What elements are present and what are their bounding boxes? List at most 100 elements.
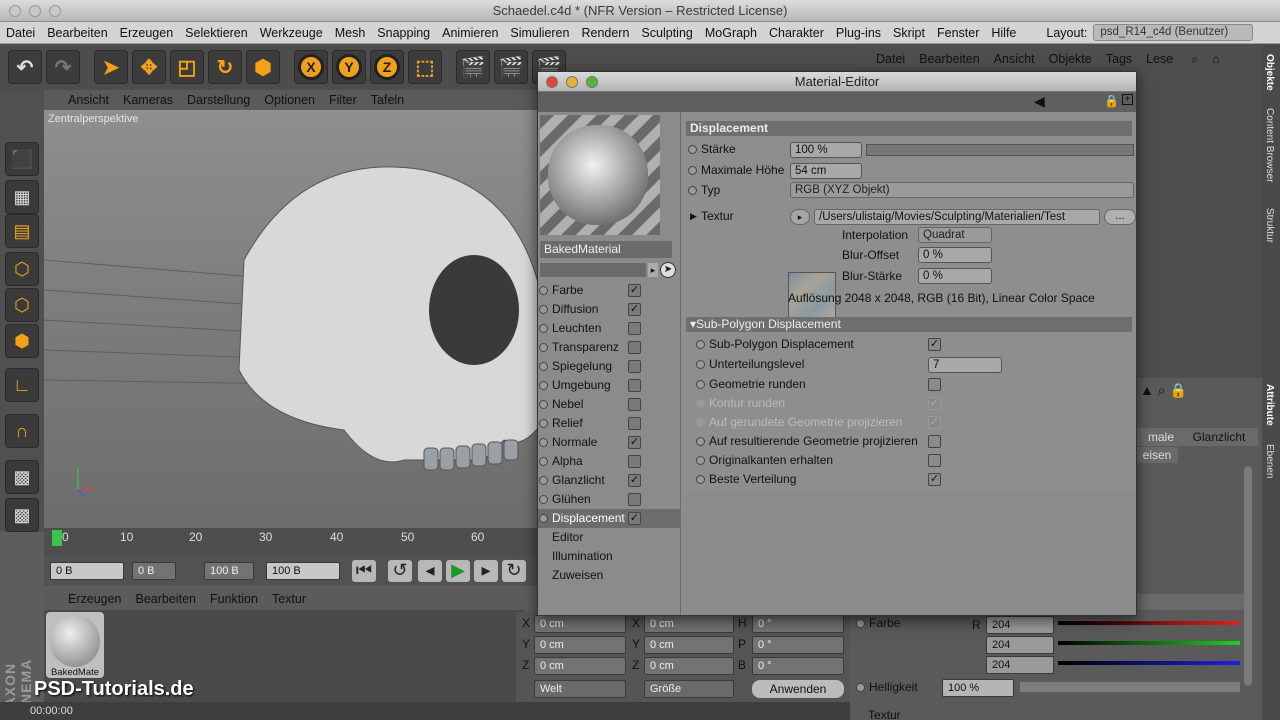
coord-mode-select[interactable]: Welt (534, 680, 626, 698)
mm-menu-erzeugen[interactable]: Erzeugen (68, 592, 122, 606)
color-g-field[interactable]: 204 (986, 636, 1054, 654)
next-frame-button[interactable]: ▸ (474, 560, 498, 582)
auf-resultierende-checkbox[interactable] (928, 435, 941, 448)
size-x-field[interactable]: 0 cm (644, 615, 734, 633)
channel-checkbox-diffusion[interactable]: ✓ (628, 303, 641, 316)
model-mode-button[interactable]: ⬛ (5, 142, 39, 176)
color-r-field[interactable]: 204 (986, 616, 1054, 634)
channel-checkbox-gluehen[interactable] (628, 493, 641, 506)
tab-struktur[interactable]: Struktur (1264, 208, 1275, 243)
vp-menu-darstellung[interactable]: Darstellung (187, 93, 250, 107)
rot-b-field[interactable]: 0 ° (752, 657, 844, 675)
attr-tab-glanzlicht[interactable]: Glanzlicht (1180, 428, 1258, 446)
channel-checkbox-glanzlicht[interactable]: ✓ (628, 474, 641, 487)
end-frame-field[interactable]: 100 B (266, 562, 340, 580)
kontur-runden-checkbox[interactable]: ✓ (928, 397, 941, 410)
new-window-icon[interactable]: + (1122, 94, 1133, 105)
texture-menu-button[interactable]: ▸ (790, 209, 810, 225)
points-mode-button[interactable]: ⬡ (5, 252, 39, 286)
attr-tab-normale[interactable]: male (1136, 428, 1186, 446)
menu-mograph[interactable]: MoGraph (699, 26, 763, 40)
channel-gluehen[interactable]: Glühen (538, 490, 681, 509)
menu-mesh[interactable]: Mesh (329, 26, 372, 40)
arrow-right-icon[interactable]: ▸ (648, 263, 658, 277)
start-frame-field[interactable]: 0 B (50, 562, 124, 580)
channel-alpha[interactable]: Alpha (538, 452, 681, 471)
channel-displacement[interactable]: Displacement ✓ (538, 509, 681, 528)
pos-x-field[interactable]: 0 cm (534, 615, 626, 633)
tab-attribute[interactable]: Attribute (1264, 384, 1275, 426)
vp-menu-filter[interactable]: Filter (329, 93, 357, 107)
material-name-field[interactable]: BakedMaterial (540, 241, 672, 258)
lock-icon[interactable]: 🔒 (1169, 382, 1186, 398)
channel-relief[interactable]: Relief (538, 414, 681, 433)
interpolation-select[interactable]: Quadrat (918, 227, 992, 243)
max-hoehe-field[interactable]: 54 cm (790, 163, 862, 179)
rot-h-field[interactable]: 0 ° (752, 615, 844, 633)
originalkanten-checkbox[interactable] (928, 454, 941, 467)
anim-dot[interactable] (688, 166, 697, 175)
channel-checkbox-spiegelung[interactable] (628, 360, 641, 373)
magnet-snap-button[interactable]: ∩ (5, 414, 39, 448)
menu-werkzeuge[interactable]: Werkzeuge (254, 26, 329, 40)
attr-tab-eisen[interactable]: eisen (1136, 447, 1178, 463)
texture-mode-button[interactable]: ▦ (5, 180, 39, 214)
minimize-window-button[interactable] (29, 5, 41, 17)
menu-plugins[interactable]: Plug-ins (830, 26, 887, 40)
prev-key-button[interactable]: ↺ (388, 560, 412, 582)
layout-select[interactable]: psd_R14_c4d (Benutzer) (1093, 24, 1254, 41)
auf-gerundete-checkbox[interactable]: ✓ (928, 416, 941, 429)
anim-dot[interactable] (696, 399, 705, 408)
channel-diffusion[interactable]: Diffusion ✓ (538, 300, 681, 319)
select-tool-button[interactable]: ➤ (94, 50, 128, 84)
3d-viewport[interactable] (44, 110, 540, 528)
geometrie-runden-checkbox[interactable] (928, 378, 941, 391)
undo-button[interactable]: ↶ (8, 50, 42, 84)
anim-dot[interactable] (696, 360, 705, 369)
beste-verteilung-checkbox[interactable]: ✓ (928, 473, 941, 486)
channel-checkbox-leuchten[interactable] (628, 322, 641, 335)
channel-checkbox-relief[interactable] (628, 417, 641, 430)
om-menu-objekte[interactable]: Objekte (1049, 52, 1092, 66)
edges-mode-button[interactable]: ⬡ (5, 288, 39, 322)
item-illumination[interactable]: Illumination (538, 547, 681, 566)
tab-objekte[interactable]: Objekte (1264, 54, 1275, 91)
color-b-slider[interactable] (1058, 661, 1240, 665)
menu-charakter[interactable]: Charakter (763, 26, 830, 40)
mm-menu-textur[interactable]: Textur (272, 592, 306, 606)
pos-y-field[interactable]: 0 cm (534, 636, 626, 654)
unterteilungslevel-field[interactable]: 7 (928, 357, 1002, 373)
channel-checkbox-alpha[interactable] (628, 455, 641, 468)
blur-offset-field[interactable]: 0 % (918, 247, 992, 263)
vp-menu-kameras[interactable]: Kameras (123, 93, 173, 107)
anim-dot[interactable] (688, 145, 697, 154)
blur-staerke-field[interactable]: 0 % (918, 268, 992, 284)
color-g-slider[interactable] (1058, 641, 1240, 645)
anim-dot[interactable] (696, 475, 705, 484)
vp-menu-ansicht[interactable]: Ansicht (68, 93, 109, 107)
channel-checkbox-umgebung[interactable] (628, 379, 641, 392)
channel-checkbox-displacement[interactable]: ✓ (628, 512, 641, 525)
menu-simulieren[interactable]: Simulieren (504, 26, 575, 40)
color-r-slider[interactable] (1058, 621, 1240, 625)
range-end-field[interactable]: 100 B (204, 562, 254, 580)
channel-transparenz[interactable]: Transparenz (538, 338, 681, 357)
vp-menu-optionen[interactable]: Optionen (264, 93, 315, 107)
tab-content-browser[interactable]: Content Browser (1264, 108, 1275, 182)
attr-scrollbar[interactable] (1244, 466, 1252, 686)
render-view-button[interactable]: 🎬 (456, 50, 490, 84)
close-window-button[interactable] (9, 5, 21, 17)
channel-checkbox-transparenz[interactable] (628, 341, 641, 354)
pos-z-field[interactable]: 0 cm (534, 657, 626, 675)
typ-select[interactable]: RGB (XYZ Objekt) (790, 182, 1134, 198)
channel-glanzlicht[interactable]: Glanzlicht ✓ (538, 471, 681, 490)
playhead[interactable] (52, 530, 62, 546)
mm-menu-bearbeiten[interactable]: Bearbeiten (136, 592, 196, 606)
menu-snapping[interactable]: Snapping (371, 26, 436, 40)
menu-fenster[interactable]: Fenster (931, 26, 985, 40)
menu-rendern[interactable]: Rendern (575, 26, 635, 40)
subpoly-displacement-checkbox[interactable]: ✓ (928, 338, 941, 351)
prev-frame-button[interactable]: ◂ (418, 560, 442, 582)
channel-spiegelung[interactable]: Spiegelung (538, 357, 681, 376)
pick-cursor-icon[interactable]: ➤ (660, 262, 676, 278)
